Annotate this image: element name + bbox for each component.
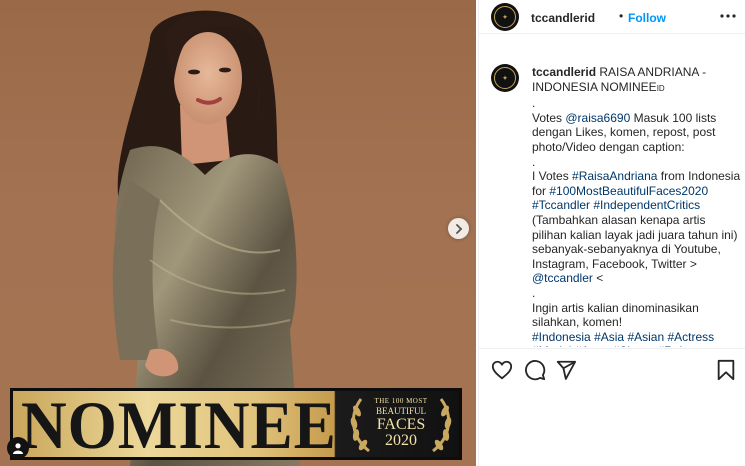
caption-line: INDONESIA NOMINEEID xyxy=(532,80,742,97)
caption-line: . xyxy=(532,96,742,111)
caption-line: pilihan kalian layak jadi juara tahun in… xyxy=(532,228,742,243)
comment-button[interactable] xyxy=(524,359,546,381)
hashtag-link[interactable]: #Tccandler xyxy=(532,198,590,212)
caption-text-segment: silahkan, komen! xyxy=(532,315,623,330)
hashtag-link[interactable]: #100MostBeautifulFaces2020 xyxy=(549,184,708,198)
banner-text: NOMINEE xyxy=(21,388,337,460)
bookmark-icon xyxy=(717,359,735,381)
caption-line: . xyxy=(532,155,742,170)
caption-line: Ingin artis kalian dinominasikan xyxy=(532,301,742,316)
caption-text-segment: INDONESIA NOMINEE xyxy=(532,79,657,94)
hashtag-link[interactable]: #Singer xyxy=(613,344,654,347)
save-button[interactable] xyxy=(715,359,737,381)
header-separator: • xyxy=(619,9,624,23)
like-button[interactable] xyxy=(491,359,513,381)
caption-text-segment: pilihan kalian layak jadi juara tahun in… xyxy=(532,227,738,242)
caption-line: Instagram, Facebook, Twitter > xyxy=(532,257,742,272)
caption-text-segment: . xyxy=(532,285,536,300)
brand-logo-icon: ✦ xyxy=(494,67,516,89)
caption-text-segment: photo/Video dengan caption: xyxy=(532,139,685,154)
caption-avatar[interactable]: ✦ xyxy=(491,64,519,92)
caption-text-segment: Votes xyxy=(532,110,566,125)
badge-line-4: 2020 xyxy=(385,432,417,449)
hashtag-link[interactable]: #Indonesia xyxy=(532,330,591,344)
post-header: ✦ tccandlerid • Follow xyxy=(479,0,745,34)
caption-text-segment: . xyxy=(532,96,536,111)
caption-body: RAISA ANDRIANA - INDONESIA NOMINEEID. Vote… xyxy=(532,65,742,347)
badge-line-2: BEAUTIFUL xyxy=(376,406,426,416)
hashtag-link[interactable]: #Actor xyxy=(575,344,610,347)
caption-text-segment: (Tambahkan alasan kenapa artis xyxy=(532,212,706,227)
caption-text-segment: Masuk 100 lists xyxy=(630,110,717,125)
hashtag-link[interactable]: #Actress xyxy=(667,330,714,344)
user-tag-icon xyxy=(13,443,23,454)
hashtag-link[interactable]: #IndependentCritics xyxy=(593,198,700,212)
avatar[interactable]: ✦ xyxy=(491,3,519,31)
action-bar xyxy=(479,348,745,388)
comment-icon xyxy=(525,360,546,381)
badge-line-1: THE 100 MOST xyxy=(374,397,428,405)
caption-line: . xyxy=(532,286,742,301)
brand-logo-icon: ✦ xyxy=(494,6,516,28)
badge-line-3: FACES xyxy=(376,416,426,433)
caption-area[interactable]: ✦ tccandlerid RAISA ANDRIANA - INDONESIA … xyxy=(479,55,745,347)
hashtag-link[interactable]: #RaisaAndriana xyxy=(572,169,657,183)
more-horizontal-icon xyxy=(720,14,736,18)
share-icon xyxy=(556,360,577,380)
caption-text-segment: ID xyxy=(656,83,665,93)
caption-line: #Indonesia #Asia #Asian #Actress xyxy=(532,330,742,345)
caption-line: I Votes #RaisaAndriana from Indonesia xyxy=(532,169,742,184)
caption-line: #Model #Actor #Singer #Raisa xyxy=(532,344,742,347)
caption-text-segment: I Votes xyxy=(532,169,573,184)
caption-text-segment: < xyxy=(592,271,604,286)
more-options-button[interactable] xyxy=(719,6,737,26)
mention-link[interactable]: @raisa6690 xyxy=(565,111,630,125)
caption-line: sebanyak-sebanyaknya di Youtube, xyxy=(532,242,742,257)
caption-text-segment: Instagram, Facebook, Twitter > xyxy=(532,256,697,271)
caption-line: Votes @raisa6690 Masuk 100 lists xyxy=(532,111,742,126)
caption-text-segment: RAISA ANDRIANA - xyxy=(599,65,707,79)
award-badge: THE 100 MOST BEAUTIFUL FACES 2020 xyxy=(343,391,459,457)
caption-line: (Tambahkan alasan kenapa artis xyxy=(532,213,742,228)
caption-line: #Tccandler #IndependentCritics xyxy=(532,198,742,213)
caption-text-segment: . xyxy=(532,154,536,169)
caption-line: photo/Video dengan caption: xyxy=(532,140,742,155)
hashtag-link[interactable]: #Raisa xyxy=(657,344,694,347)
badge-text: THE 100 MOST BEAUTIFUL FACES 2020 xyxy=(343,398,459,449)
next-media-button[interactable] xyxy=(448,218,469,239)
caption-text-segment: dengan Likes, komen, repost, post xyxy=(532,125,716,140)
nominee-banner: NOMINEE THE 100 MOST BEAUTIFUL FACES 202… xyxy=(10,388,462,460)
hashtag-link[interactable]: #Asian xyxy=(627,330,664,344)
header-username[interactable]: tccandlerid xyxy=(531,11,595,25)
hashtag-link[interactable]: #Model xyxy=(532,344,571,347)
caption-line: RAISA ANDRIANA - xyxy=(599,65,706,79)
caption-text-segment: Ingin artis kalian dinominasikan xyxy=(532,300,699,315)
caption-text-segment: sebanyak-sebanyaknya di Youtube, xyxy=(532,242,721,257)
post-media[interactable]: NOMINEE THE 100 MOST BEAUTIFUL FACES 202… xyxy=(0,0,476,466)
caption-text-segment: for xyxy=(532,183,550,198)
caption-text: tccandlerid RAISA ANDRIANA - INDONESIA NO… xyxy=(532,65,742,347)
share-button[interactable] xyxy=(555,359,577,381)
caption-line: silahkan, komen! xyxy=(532,315,742,330)
caption-line: @tccandler < xyxy=(532,271,742,286)
caption-line: dengan Likes, komen, repost, post xyxy=(532,125,742,140)
hashtag-link[interactable]: #Asia xyxy=(594,330,624,344)
heart-icon xyxy=(491,360,513,380)
mention-link[interactable]: @tccandler xyxy=(532,271,593,285)
caption-line: for #100MostBeautifulFaces2020 xyxy=(532,184,742,199)
caption-text-segment: from Indonesia xyxy=(657,169,741,184)
caption-username[interactable]: tccandlerid xyxy=(532,65,596,79)
tagged-users-button[interactable] xyxy=(7,437,29,459)
follow-button[interactable]: Follow xyxy=(628,11,666,25)
post-side-panel: ✦ tccandlerid • Follow ✦ tccandlerid RAI… xyxy=(478,0,745,466)
chevron-right-icon xyxy=(455,223,462,234)
